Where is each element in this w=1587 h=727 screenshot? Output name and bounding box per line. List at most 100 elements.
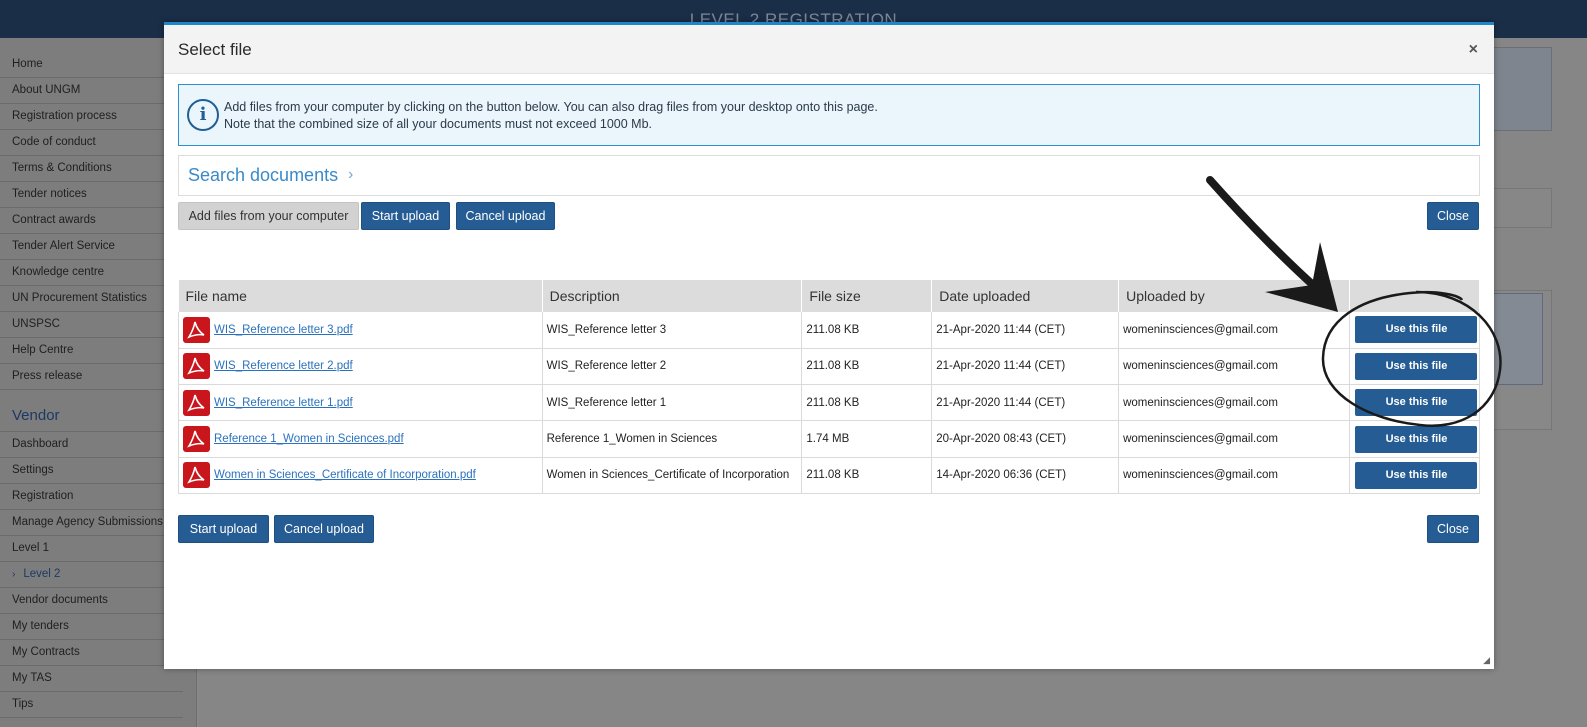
select-file-modal: Select file × i Add files from your comp… [164,22,1494,669]
pdf-icon [183,389,210,416]
file-size-cell: 211.08 KB [801,348,933,386]
use-this-file-button[interactable]: Use this file [1355,389,1478,417]
info-text: Add files from your computer by clicking… [224,99,878,133]
table-row: Reference 1_Women in Sciences.pdf Referen… [178,420,1481,458]
sidebar-item-label: Level 2 [23,568,61,580]
sidebar-item[interactable]: Tips [0,692,183,718]
sidebar-item[interactable]: Knowledge centre [0,260,183,286]
sidebar-item[interactable]: Settings [0,458,183,484]
table-header-row: File name Description File size Date upl… [178,280,1481,312]
uploaded-by-cell: womeninsciences@gmail.com [1118,420,1350,458]
chevron-right-icon: › [348,166,354,183]
file-name-cell: WIS_Reference letter 3.pdf [178,312,543,349]
sidebar-item[interactable]: Help Centre [0,338,183,364]
info-box: i Add files from your computer by clicki… [178,84,1480,146]
sidebar-item[interactable]: Tender notices [0,182,183,208]
use-this-file-button[interactable]: Use this file [1355,425,1478,453]
sidebar-item[interactable]: › Level 2 [0,562,183,588]
sidebar-item[interactable]: Home [0,52,183,78]
file-name-link[interactable]: Women in Sciences_Certificate of Incorpo… [214,469,476,481]
files-table: File name Description File size Date upl… [178,280,1481,494]
add-files-button[interactable]: Add files from your computer [178,202,359,230]
sidebar-item[interactable]: My Contracts [0,640,183,666]
description-cell: WIS_Reference letter 3 [542,312,803,349]
sidebar-item[interactable]: Dashboard [0,432,183,458]
column-header-date-uploaded: Date uploaded [931,280,1120,312]
pdf-icon [183,462,210,489]
uploaded-by-cell: womeninsciences@gmail.com [1118,312,1350,349]
sidebar-item[interactable]: Registration [0,484,183,510]
pdf-icon [183,353,210,380]
use-this-file-button[interactable]: Use this file [1355,461,1478,489]
table-row: Women in Sciences_Certificate of Incorpo… [178,457,1481,494]
resize-grip-icon[interactable]: ◢ [1483,655,1490,666]
description-cell: WIS_Reference letter 1 [542,384,803,422]
action-cell: Use this file [1349,312,1481,349]
close-button[interactable]: Close [1427,202,1479,230]
search-documents-toggle[interactable]: Search documents › [178,155,1480,196]
sidebar-item[interactable]: Contract awards [0,208,183,234]
column-header-file-name: File name [178,280,543,312]
background-panel [1490,290,1552,430]
sidebar-section-vendor: Vendor [0,390,183,432]
table-row: WIS_Reference letter 1.pdf WIS_Reference … [178,384,1481,422]
action-cell: Use this file [1349,457,1481,494]
use-this-file-button[interactable]: Use this file [1355,352,1478,380]
date-uploaded-cell: 21-Apr-2020 11:44 (CET) [931,312,1120,349]
date-uploaded-cell: 20-Apr-2020 08:43 (CET) [931,420,1120,458]
modal-title: Select file [178,40,252,59]
sidebar-item[interactable]: Tender Alert Service [0,234,183,260]
date-uploaded-cell: 14-Apr-2020 06:36 (CET) [931,457,1120,494]
info-icon: i [187,99,219,131]
sidebar-item[interactable]: My tenders [0,614,183,640]
close-icon[interactable]: × [1469,41,1478,59]
file-name-link[interactable]: WIS_Reference letter 1.pdf [214,397,353,409]
file-name-cell: WIS_Reference letter 2.pdf [178,348,543,386]
start-upload-button-bottom[interactable]: Start upload [178,515,269,543]
file-size-cell: 211.08 KB [801,457,933,494]
file-size-cell: 1.74 MB [801,420,933,458]
use-this-file-button[interactable]: Use this file [1355,316,1478,344]
sidebar-item[interactable]: Press release [0,364,183,390]
uploaded-by-cell: womeninsciences@gmail.com [1118,348,1350,386]
file-name-cell: Women in Sciences_Certificate of Incorpo… [178,457,543,494]
sidebar-item[interactable]: Registration process [0,104,183,130]
uploaded-by-cell: womeninsciences@gmail.com [1118,457,1350,494]
sidebar-item[interactable]: My TAS [0,666,183,692]
sidebar-item[interactable]: UN Procurement Statistics [0,286,183,312]
background-panel [1490,188,1552,228]
uploaded-by-cell: womeninsciences@gmail.com [1118,384,1350,422]
file-name-cell: WIS_Reference letter 1.pdf [178,384,543,422]
info-line: Note that the combined size of all your … [224,117,653,131]
action-cell: Use this file [1349,348,1481,386]
file-name-link[interactable]: WIS_Reference letter 2.pdf [214,360,353,372]
file-size-cell: 211.08 KB [801,312,933,349]
sidebar-item[interactable]: Manage Agency Submissions [0,510,183,536]
sidebar-item[interactable]: About UNGM [0,78,183,104]
table-row: WIS_Reference letter 2.pdf WIS_Reference … [178,348,1481,386]
modal-header: Select file × [164,25,1494,74]
sidebar-item[interactable]: UNSPSC [0,312,183,338]
sidebar-item[interactable]: Level 1 [0,536,183,562]
sidebar-item[interactable]: Vendor documents [0,588,183,614]
date-uploaded-cell: 21-Apr-2020 11:44 (CET) [931,348,1120,386]
file-name-link[interactable]: Reference 1_Women in Sciences.pdf [214,433,404,445]
description-cell: Reference 1_Women in Sciences [542,420,803,458]
sidebar-item[interactable]: Code of conduct [0,130,183,156]
search-documents-label: Search documents [188,165,339,185]
file-name-cell: Reference 1_Women in Sciences.pdf [178,420,543,458]
start-upload-button[interactable]: Start upload [361,202,450,230]
file-name-link[interactable]: WIS_Reference letter 3.pdf [214,324,353,336]
column-header-actions [1349,280,1481,312]
sidebar-item[interactable]: Terms & Conditions [0,156,183,182]
column-header-file-size: File size [801,280,933,312]
info-line: Add files from your computer by clicking… [224,100,878,114]
action-cell: Use this file [1349,384,1481,422]
cancel-upload-button[interactable]: Cancel upload [456,202,555,230]
close-button-bottom[interactable]: Close [1427,515,1479,543]
chevron-right-icon: › [12,569,16,580]
description-cell: WIS_Reference letter 2 [542,348,803,386]
description-cell: Women in Sciences_Certificate of Incorpo… [542,457,803,494]
file-size-cell: 211.08 KB [801,384,933,422]
cancel-upload-button-bottom[interactable]: Cancel upload [274,515,374,543]
